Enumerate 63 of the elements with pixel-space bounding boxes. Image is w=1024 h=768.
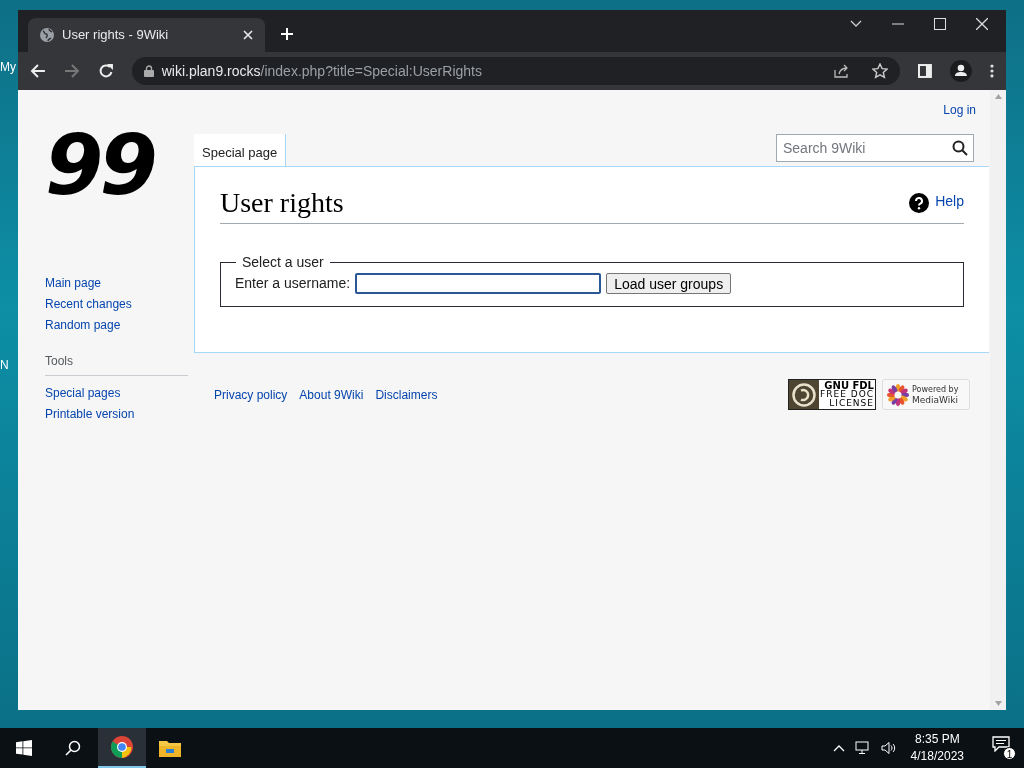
url-text: wiki.plan9.rocks/index.php?title=Special:UserRights [161, 61, 482, 81]
taskbar-app[interactable] [98, 728, 146, 768]
page-title: User rights [220, 186, 344, 220]
notification-count: 1 [1003, 747, 1016, 760]
side-panel-icon[interactable] [918, 64, 933, 78]
chrome-icon [110, 735, 134, 759]
globe-icon [40, 28, 54, 42]
legend: Select a user [236, 252, 330, 273]
badge-text: GNU FDL [824, 381, 874, 390]
menu-icon[interactable] [990, 64, 994, 78]
mediawiki-badge[interactable]: Powered by MediaWiki [882, 379, 970, 410]
page-tab[interactable]: Special page [194, 134, 287, 166]
search-icon[interactable] [65, 740, 81, 756]
tab-title: User rights - 9Wiki [62, 26, 170, 45]
clock-date[interactable]: 4/18/2023 [910, 748, 964, 765]
close-icon[interactable] [243, 30, 253, 40]
forward-arrow-icon[interactable] [63, 63, 80, 79]
chevron-down-icon[interactable] [850, 20, 862, 28]
badge-text: Powered by [912, 383, 959, 395]
desktop-icon-label[interactable]: N [0, 356, 9, 374]
field-label: Enter a username: [235, 274, 351, 293]
flower-icon [887, 383, 909, 406]
sidebar-link[interactable]: Main page [45, 274, 102, 292]
sidebar-link[interactable]: Special pages [45, 384, 121, 402]
badge-text: MediaWiki [912, 394, 959, 406]
reload-icon[interactable] [97, 63, 114, 79]
share-icon[interactable] [834, 64, 851, 78]
footer-link[interactable]: About 9Wiki [299, 385, 364, 404]
search-icon[interactable] [952, 140, 968, 156]
back-arrow-icon[interactable] [30, 63, 46, 79]
network-icon[interactable] [854, 741, 871, 755]
search-field[interactable]: Search 9Wiki [776, 134, 974, 162]
clock-time[interactable]: 8:35 PM [914, 731, 960, 748]
log-in-link[interactable]: Log in [943, 101, 976, 119]
profile-icon[interactable] [950, 60, 973, 82]
close-icon[interactable] [976, 18, 988, 30]
maximize-icon[interactable] [934, 18, 946, 30]
footer-link[interactable]: Privacy policy [214, 385, 288, 404]
sidebar-heading: Tools [45, 352, 188, 376]
logo[interactable]: 99 [45, 120, 154, 210]
plus-icon [280, 27, 294, 41]
browser-tab[interactable]: User rights - 9Wiki [28, 18, 265, 52]
sidebar-link[interactable]: Printable version [45, 405, 135, 423]
sidebar-link[interactable]: Recent changes [45, 295, 132, 313]
folder-icon [159, 739, 181, 757]
footer-link[interactable]: Disclaimers [375, 385, 438, 404]
help-icon[interactable] [909, 193, 930, 213]
chevron-up-icon[interactable] [832, 744, 845, 752]
sidebar-link[interactable]: Random page [45, 316, 121, 334]
speaker-icon[interactable] [880, 741, 897, 755]
star-icon[interactable] [872, 63, 889, 79]
copyleft-icon [792, 382, 816, 407]
load-user-groups-button[interactable]: Load user groups [606, 273, 732, 294]
help-link[interactable]: Help [935, 190, 964, 212]
windows-logo-icon[interactable] [16, 740, 32, 756]
badge-text: FREE DOC [820, 390, 874, 399]
gnu-fdl-badge[interactable]: GNU FDL FREE DOC LICENSE [788, 379, 876, 410]
desktop-icon-label[interactable]: My [0, 58, 16, 76]
address-bar[interactable]: wiki.plan9.rocks/index.php?title=Special:UserRights [131, 57, 901, 85]
notification-icon[interactable] [992, 736, 1010, 752]
badge-text: LICENSE [829, 399, 874, 408]
lock-icon [143, 65, 154, 77]
username-field[interactable] [355, 273, 602, 294]
